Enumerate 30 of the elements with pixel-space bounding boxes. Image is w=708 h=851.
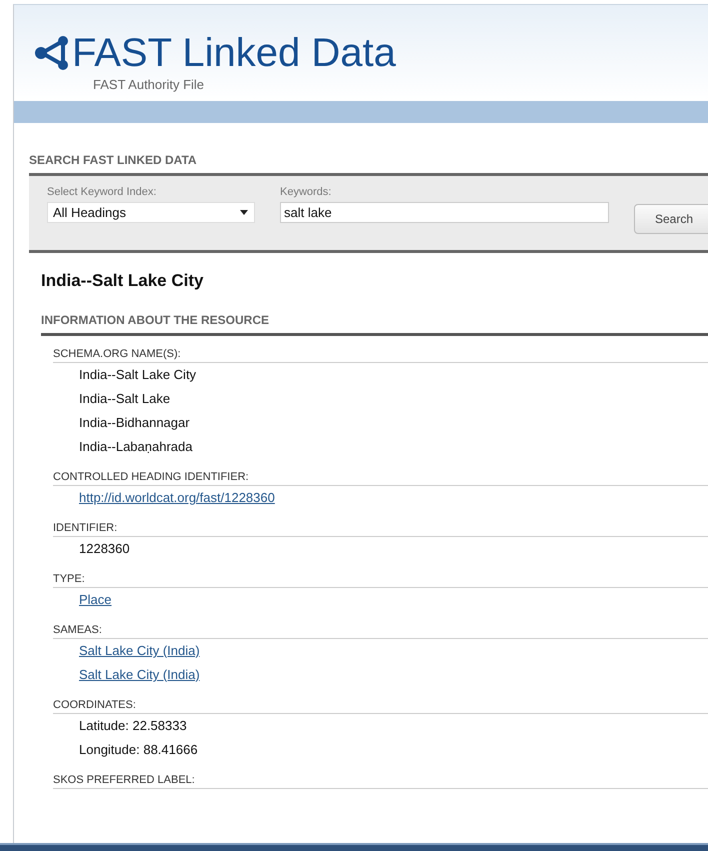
search-heading: SEARCH FAST LINKED DATA bbox=[29, 153, 198, 169]
field-label: CONTROLLED HEADING IDENTIFIER: bbox=[53, 471, 708, 486]
index-select[interactable]: All Headings bbox=[47, 202, 255, 223]
field-value: Latitude: 22.58333 bbox=[79, 717, 188, 735]
field-value: India--Salt Lake City bbox=[79, 366, 198, 384]
section-heading: INFORMATION ABOUT THE RESOURCE bbox=[41, 313, 708, 336]
record-title: India--Salt Lake City bbox=[41, 271, 204, 291]
keywords-field[interactable]: salt lake bbox=[280, 202, 609, 223]
field-value: India--Labaṇahrada bbox=[79, 438, 194, 456]
field-link[interactable]: Salt Lake City (India) bbox=[79, 663, 200, 687]
field-link[interactable]: http://id.worldcat.org/fast/1228360 bbox=[79, 486, 275, 510]
dropdown-caret-icon bbox=[240, 210, 248, 215]
search-button[interactable]: Search bbox=[634, 204, 708, 234]
site-title: FAST Linked Data bbox=[72, 31, 396, 75]
field-label: SCHEMA.ORG NAME(S): bbox=[53, 348, 708, 363]
field-link[interactable]: Place bbox=[79, 588, 112, 612]
index-label: Select Keyword Index: bbox=[47, 186, 158, 198]
field-label: SAMEAS: bbox=[53, 624, 708, 639]
field-value: 1228360 bbox=[79, 540, 131, 558]
field-label: COORDINATES: bbox=[53, 699, 708, 714]
field-link[interactable]: Salt Lake City (India) bbox=[79, 639, 200, 663]
keywords-label: Keywords: bbox=[280, 186, 332, 198]
field-label: SKOS PREFERRED LABEL: bbox=[53, 774, 708, 789]
field-value: Longitude: 88.41666 bbox=[79, 741, 199, 759]
field-value: India--Salt Lake bbox=[79, 390, 172, 408]
site-subtitle: FAST Authority File bbox=[93, 77, 206, 92]
field-label: TYPE: bbox=[53, 573, 708, 588]
network-logo-icon bbox=[34, 35, 70, 71]
field-value: India--Bidhannagar bbox=[79, 414, 191, 432]
field-label: IDENTIFIER: bbox=[53, 522, 708, 537]
